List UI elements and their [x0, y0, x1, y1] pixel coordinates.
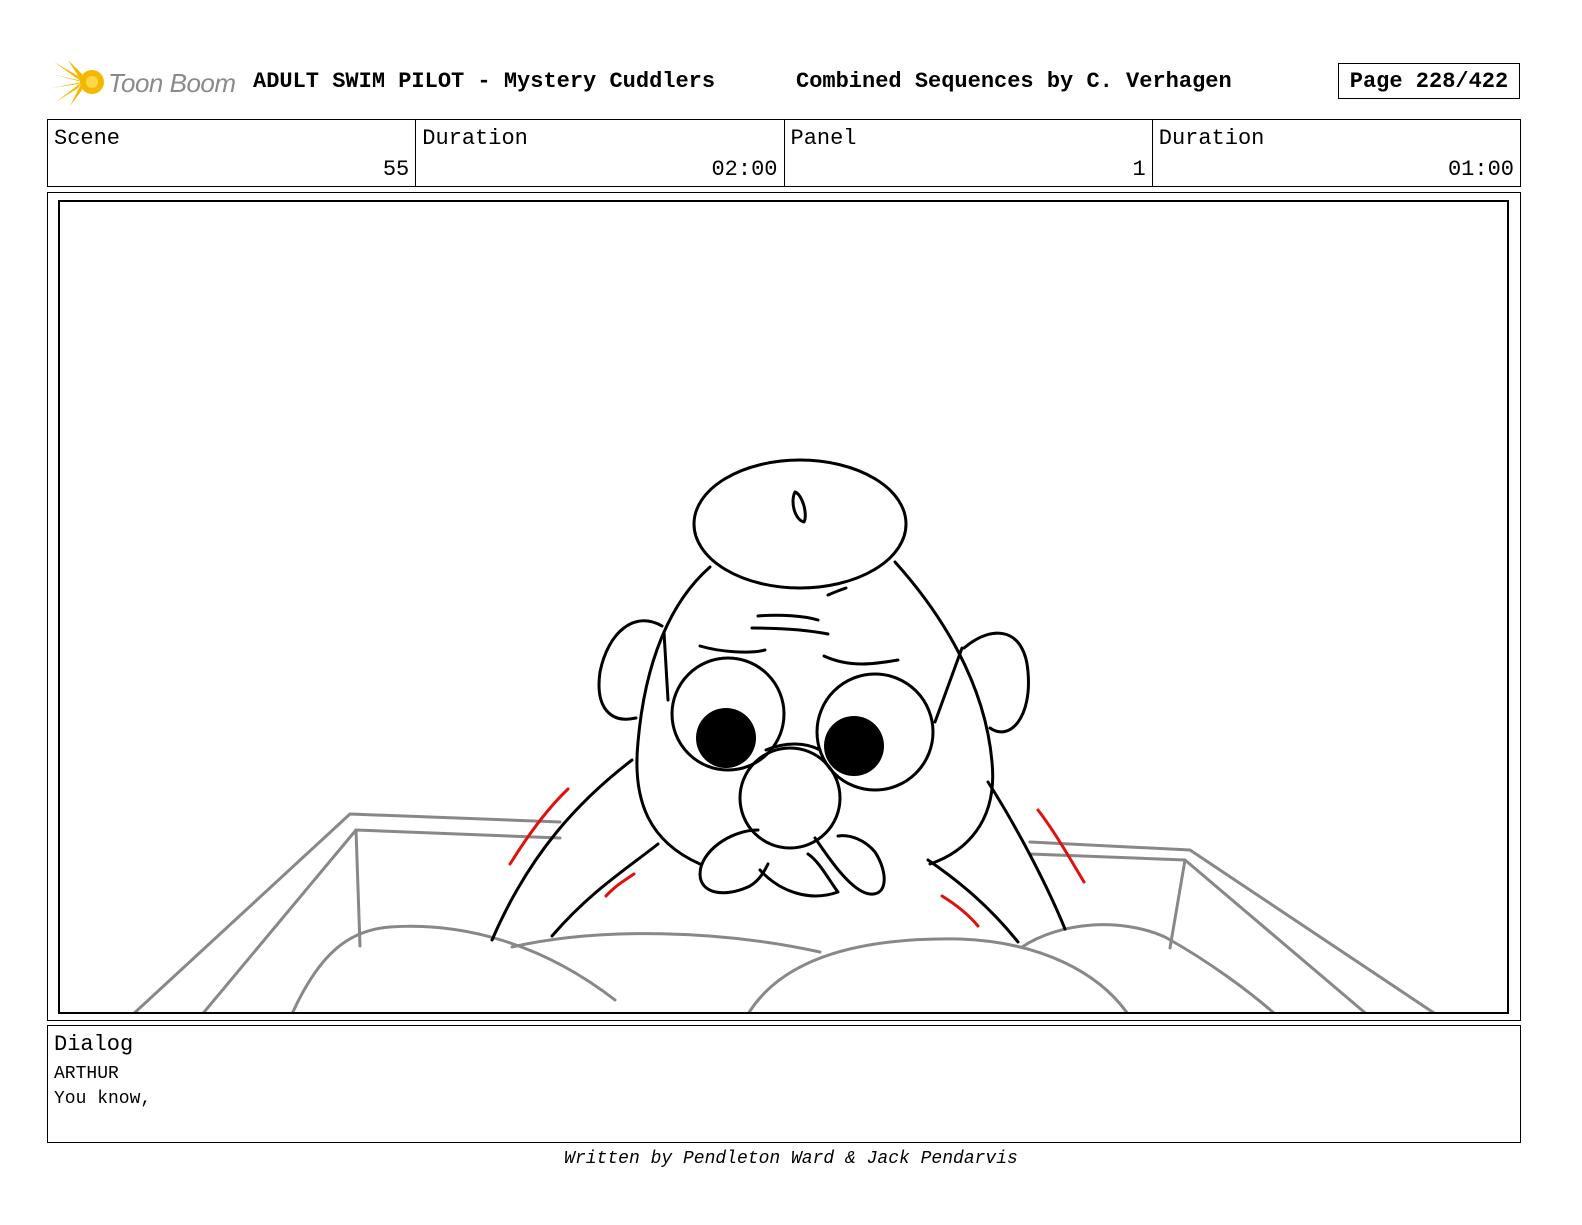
scene-cell: Scene 55 [48, 120, 417, 186]
scene-duration-cell: Duration 02:00 [416, 120, 785, 186]
storyboard-panel-frame [47, 192, 1521, 1021]
starburst-icon [52, 60, 104, 106]
storyboard-panel-image [58, 200, 1509, 1014]
scene-label: Scene [54, 126, 121, 151]
character-sketch [133, 458, 1436, 1012]
scene-info-row: Scene 55 Duration 02:00 Panel 1 Duration… [47, 119, 1521, 187]
dialog-box: Dialog ARTHUR You know, [47, 1025, 1521, 1143]
dialog-character: ARTHUR [54, 1064, 119, 1084]
storyboard-header: Toon Boom ADULT SWIM PILOT - Mystery Cud… [48, 52, 1522, 112]
panel-label: Panel [790, 126, 857, 151]
sequence-subtitle: Combined Sequences by C. Verhagen [796, 69, 1232, 94]
scene-duration-value: 02:00 [711, 157, 778, 182]
page-number: Page 228/422 [1338, 63, 1520, 99]
production-title: ADULT SWIM PILOT - Mystery Cuddlers [253, 69, 716, 94]
toon-boom-logo: Toon Boom [52, 56, 244, 108]
panel-duration-label: Duration [1158, 126, 1265, 151]
panel-duration-value: 01:00 [1447, 157, 1514, 182]
panel-cell: Panel 1 [785, 120, 1153, 186]
scene-value: 55 [382, 157, 410, 182]
writer-credit: Written by Pendleton Ward & Jack Pendarv… [564, 1149, 1018, 1169]
dialog-label: Dialog [54, 1032, 134, 1057]
dialog-line: You know, [54, 1089, 152, 1109]
scene-duration-label: Duration [422, 126, 528, 151]
panel-duration-cell: Duration 01:00 [1153, 120, 1520, 186]
panel-value: 1 [1132, 157, 1146, 182]
logo-text: Toon Boom [108, 68, 236, 98]
